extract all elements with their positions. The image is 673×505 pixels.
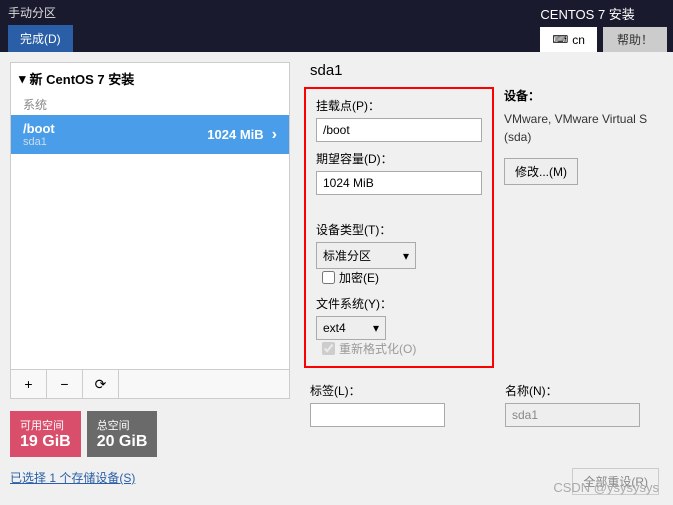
install-title: CENTOS 7 安装 xyxy=(540,4,637,23)
capacity-input[interactable] xyxy=(316,171,482,195)
install-name: 新 CentOS 7 安装 xyxy=(30,69,135,88)
done-button[interactable]: 完成(D) xyxy=(8,25,73,52)
mountpoint-label: 挂载点(P)： xyxy=(316,97,482,114)
total-space: 总空间 20 GiB xyxy=(87,411,158,457)
label-input[interactable] xyxy=(310,403,445,427)
available-label: 可用空间 xyxy=(20,417,71,433)
encrypt-label: 加密(E) xyxy=(339,269,379,286)
partition-device: sda1 xyxy=(23,136,207,148)
filesystem-value: ext4 xyxy=(323,321,346,335)
partition-row[interactable]: /boot sda1 1024 MiB › xyxy=(11,115,289,154)
section-label: 系统 xyxy=(11,94,289,115)
device-info: VMware, VMware Virtual S xyxy=(504,112,663,126)
device-column: 设备： VMware, VMware Virtual S (sda) 修改...… xyxy=(504,87,663,368)
available-value: 19 GiB xyxy=(20,433,71,451)
partition-details: 挂载点(P)： 期望容量(D)： 设备类型(T)： 标准分区 ▾ 加密(E) xyxy=(304,87,494,368)
device-type-value: 标准分区 xyxy=(323,247,371,264)
total-value: 20 GiB xyxy=(97,433,148,451)
reformat-label: 重新格式化(O) xyxy=(339,340,416,357)
partition-toolbar: + − ⟳ xyxy=(10,370,290,399)
name-input xyxy=(505,403,640,427)
chevron-down-icon: ▾ xyxy=(19,71,26,87)
partition-name: /boot xyxy=(23,121,207,136)
partition-title: sda1 xyxy=(304,62,663,79)
device-type-label: 设备类型(T)： xyxy=(316,221,482,238)
capacity-label: 期望容量(D)： xyxy=(316,150,482,167)
accordion-header[interactable]: ▾ 新 CentOS 7 安装 xyxy=(11,63,289,94)
partition-size: 1024 MiB xyxy=(207,127,263,142)
keyboard-icon: ⌨ xyxy=(552,33,568,46)
total-label: 总空间 xyxy=(97,417,148,433)
available-space: 可用空间 19 GiB xyxy=(10,411,81,457)
main-content: ▾ 新 CentOS 7 安装 系统 /boot sda1 1024 MiB ›… xyxy=(0,52,673,497)
filesystem-label: 文件系统(Y)： xyxy=(316,295,482,312)
storage-devices-link[interactable]: 已选择 1 个存储设备(S) xyxy=(10,469,135,486)
device-type-select[interactable]: 标准分区 ▾ xyxy=(316,242,416,269)
left-panel: ▾ 新 CentOS 7 安装 系统 /boot sda1 1024 MiB ›… xyxy=(10,62,290,487)
label-label: 标签(L)： xyxy=(310,382,445,399)
bottom-fields: 标签(L)： 名称(N)： xyxy=(304,382,663,427)
help-button[interactable]: 帮助！ xyxy=(603,27,667,52)
name-label: 名称(N)： xyxy=(505,382,640,399)
reformat-checkbox xyxy=(322,342,335,355)
language-selector[interactable]: ⌨ cn xyxy=(540,27,597,52)
page-title: 手动分区 xyxy=(8,4,532,21)
chevron-down-icon: ▾ xyxy=(403,249,409,263)
reload-button[interactable]: ⟳ xyxy=(83,370,119,398)
remove-button[interactable]: − xyxy=(47,370,83,398)
chevron-down-icon: ▾ xyxy=(373,321,379,335)
top-bar: 手动分区 完成(D) CENTOS 7 安装 ⌨ cn 帮助！ xyxy=(0,0,673,52)
encrypt-checkbox[interactable] xyxy=(322,271,335,284)
chevron-right-icon: › xyxy=(272,126,277,144)
watermark: CSDN @ysysysys xyxy=(553,480,659,495)
add-button[interactable]: + xyxy=(11,370,47,398)
mountpoint-input[interactable] xyxy=(316,118,482,142)
modify-button[interactable]: 修改...(M) xyxy=(504,158,578,185)
language-code: cn xyxy=(572,33,585,47)
partition-list: ▾ 新 CentOS 7 安装 系统 /boot sda1 1024 MiB › xyxy=(10,62,290,370)
device-header: 设备： xyxy=(504,87,663,104)
filesystem-select[interactable]: ext4 ▾ xyxy=(316,316,386,340)
space-summary: 可用空间 19 GiB 总空间 20 GiB xyxy=(10,411,290,457)
device-info2: (sda) xyxy=(504,130,663,144)
right-panel: sda1 挂载点(P)： 期望容量(D)： 设备类型(T)： 标准分区 ▾ 加密… xyxy=(298,62,663,487)
